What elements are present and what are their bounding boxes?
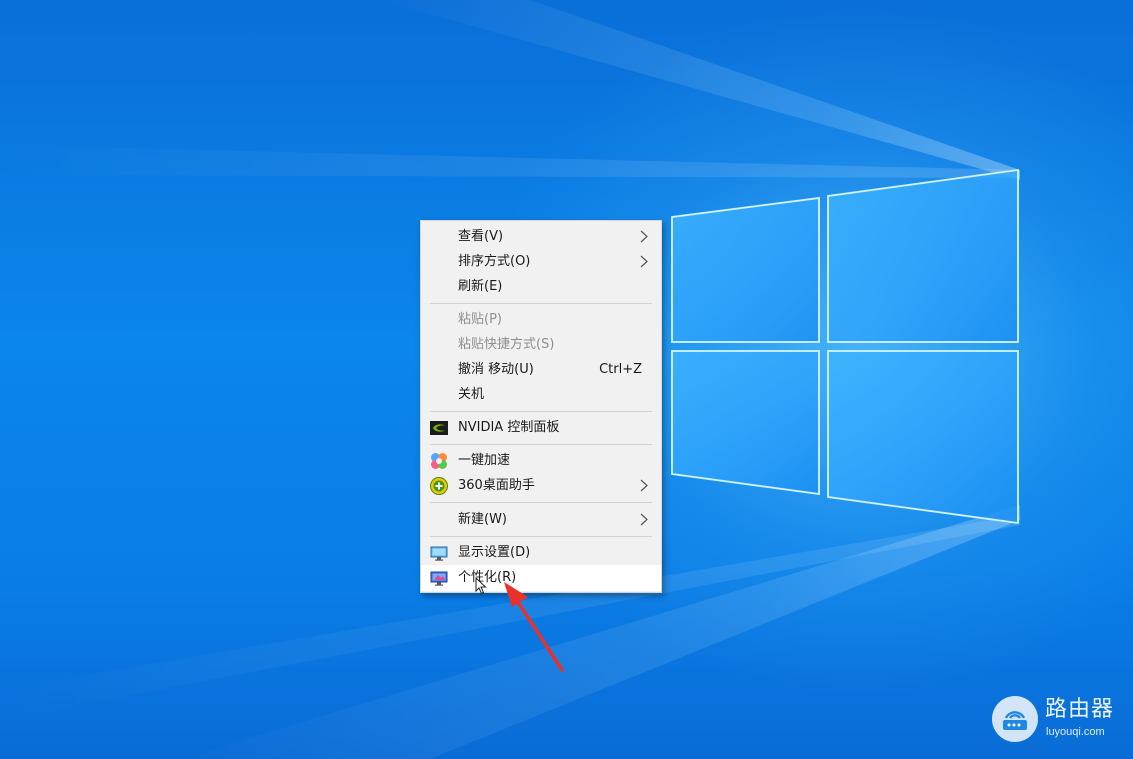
menu-item-label: NVIDIA 控制面板 bbox=[458, 420, 560, 435]
watermark-title: 路由器 bbox=[1045, 697, 1115, 722]
menu-item-label: 新建(W) bbox=[458, 512, 507, 527]
menu-item-label: 查看(V) bbox=[458, 229, 504, 244]
menu-item-label: 排序方式(O) bbox=[458, 254, 531, 269]
menu-item-undo-move[interactable]: 撤消 移动(U) Ctrl+Z bbox=[421, 357, 661, 382]
chevron-right-icon bbox=[640, 513, 648, 526]
personalize-icon bbox=[430, 571, 448, 586]
menu-item-sort-by[interactable]: 排序方式(O) bbox=[421, 249, 661, 274]
nvidia-icon bbox=[430, 421, 448, 435]
display-settings-icon bbox=[430, 546, 448, 561]
menu-item-label: 粘贴快捷方式(S) bbox=[458, 337, 555, 352]
menu-item-label: 360桌面助手 bbox=[458, 478, 535, 493]
menu-item-shutdown[interactable]: 关机 bbox=[421, 382, 661, 407]
menu-item-label: 显示设置(D) bbox=[458, 545, 531, 560]
menu-separator bbox=[430, 502, 652, 503]
menu-item-paste[interactable]: 粘贴(P) bbox=[421, 307, 661, 332]
chevron-right-icon bbox=[640, 230, 648, 243]
menu-item-label: 撤消 移动(U) bbox=[458, 362, 534, 377]
menu-separator bbox=[430, 536, 652, 537]
menu-item-nvidia-control-panel[interactable]: NVIDIA 控制面板 bbox=[421, 415, 661, 440]
menu-item-label: 粘贴(P) bbox=[458, 312, 502, 327]
site-watermark: 路由器 luyouqi.com bbox=[992, 696, 1124, 742]
speed-boost-icon bbox=[431, 453, 447, 469]
desktop-context-menu: 查看(V) 排序方式(O) 刷新(E) 粘贴(P) 粘贴快捷方式(S) 撤消 移… bbox=[420, 220, 662, 593]
menu-item-360-desktop-assistant[interactable]: 360桌面助手 bbox=[421, 473, 661, 498]
menu-item-label: 刷新(E) bbox=[458, 279, 503, 294]
menu-item-one-click-boost[interactable]: 一键加速 bbox=[421, 448, 661, 473]
red-annotation-arrow-icon bbox=[504, 582, 564, 672]
menu-separator bbox=[430, 444, 652, 445]
router-icon bbox=[992, 696, 1038, 742]
menu-separator bbox=[430, 411, 652, 412]
menu-item-paste-shortcut[interactable]: 粘贴快捷方式(S) bbox=[421, 332, 661, 357]
menu-item-label: 关机 bbox=[458, 387, 485, 402]
menu-item-label: 一键加速 bbox=[458, 453, 511, 468]
menu-item-view[interactable]: 查看(V) bbox=[421, 224, 661, 249]
chevron-right-icon bbox=[640, 255, 648, 268]
menu-item-refresh[interactable]: 刷新(E) bbox=[421, 274, 661, 299]
chevron-right-icon bbox=[640, 479, 648, 492]
menu-item-shortcut: Ctrl+Z bbox=[599, 362, 642, 377]
menu-separator bbox=[430, 303, 652, 304]
menu-item-new[interactable]: 新建(W) bbox=[421, 507, 661, 532]
desktop-wallpaper[interactable]: 查看(V) 排序方式(O) 刷新(E) 粘贴(P) 粘贴快捷方式(S) 撤消 移… bbox=[0, 0, 1133, 759]
360-assistant-icon bbox=[430, 477, 448, 495]
menu-item-display-settings[interactable]: 显示设置(D) bbox=[421, 540, 661, 565]
watermark-url: luyouqi.com bbox=[1046, 726, 1105, 738]
mouse-cursor-icon bbox=[475, 577, 487, 595]
